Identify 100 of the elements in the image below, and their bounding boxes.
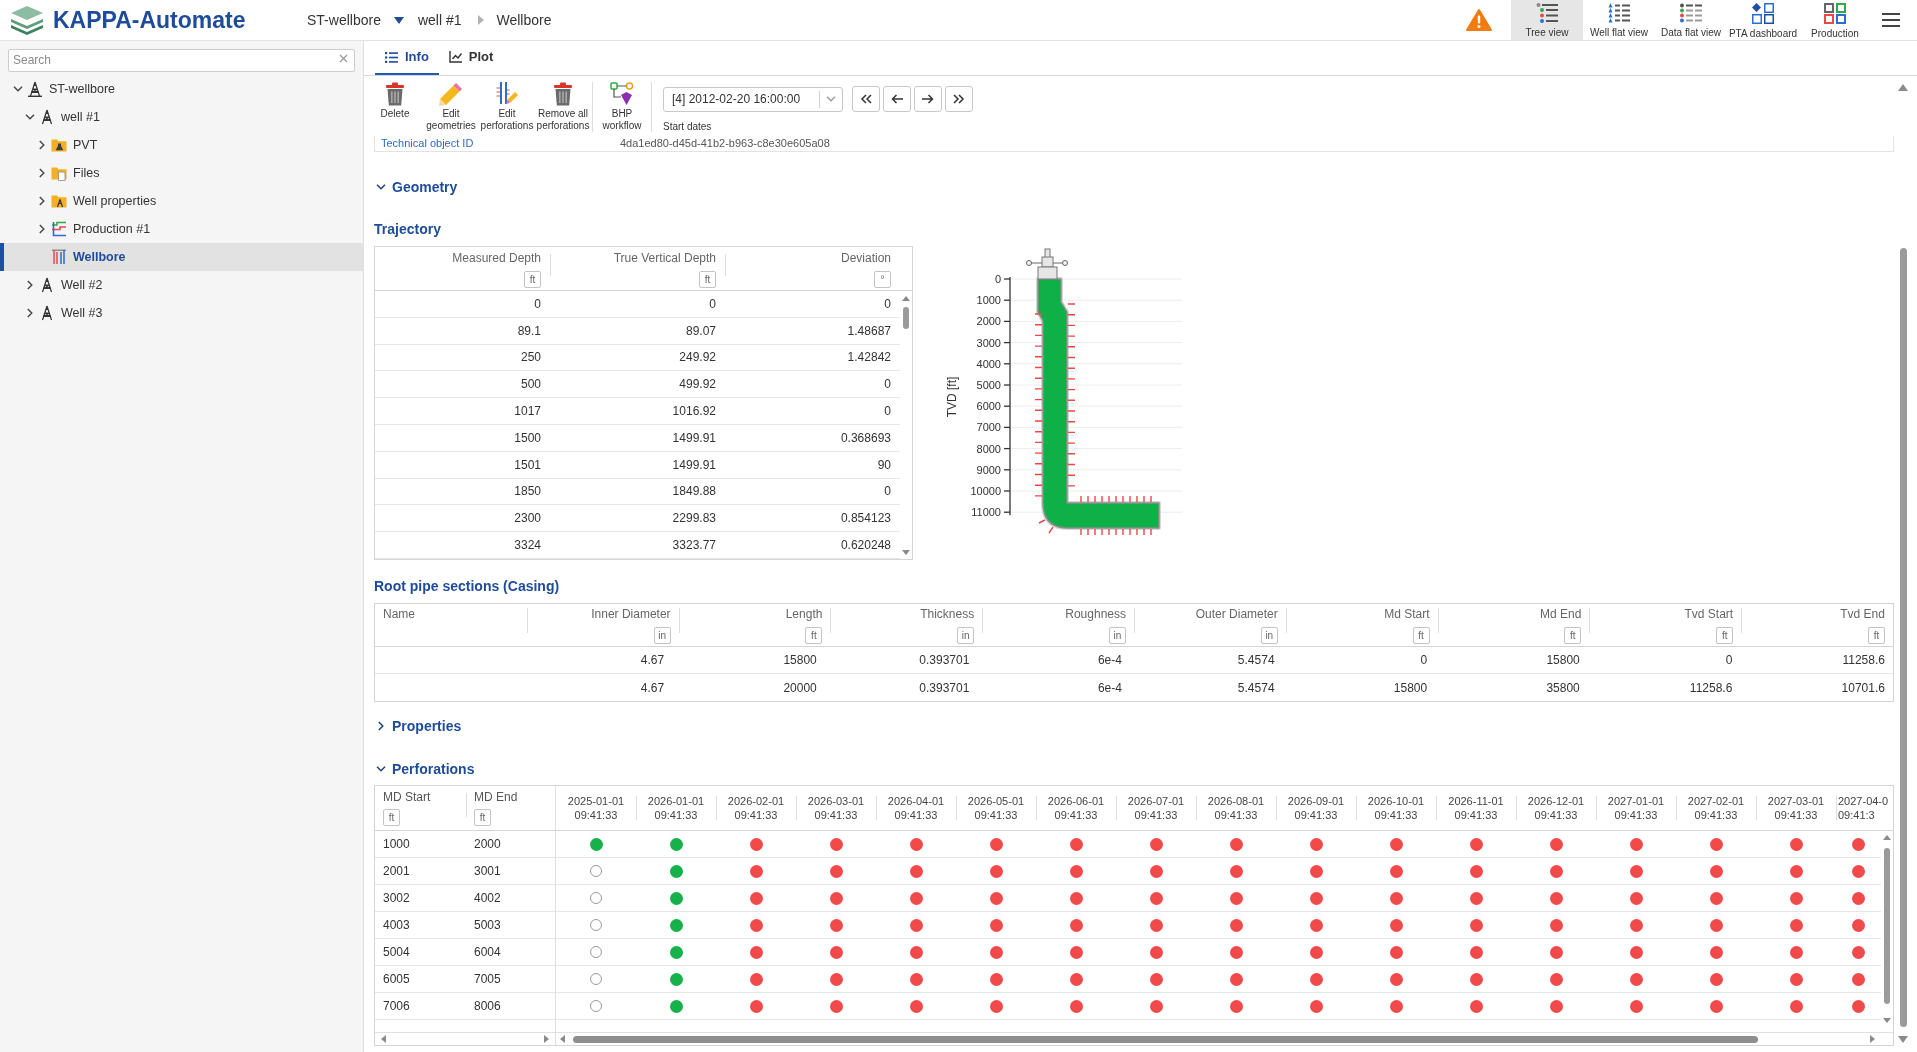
chevron-right-icon[interactable] <box>39 224 45 234</box>
menu-icon[interactable] <box>1882 13 1900 27</box>
table-cell-text: 0.620248 <box>839 537 892 555</box>
derrick-icon <box>39 305 55 321</box>
warning-icon[interactable] <box>1466 8 1492 32</box>
column-header: 2026-02-01 09:41:33 <box>727 794 785 822</box>
table-cell-text: 3324 <box>513 537 542 555</box>
view-button[interactable]: Well flat view <box>1583 0 1655 40</box>
caret-down-icon[interactable] <box>393 16 404 24</box>
scroll-up-icon[interactable] <box>1883 835 1891 840</box>
view-button[interactable]: Tree view <box>1511 0 1583 40</box>
column-header: 2027-01-01 09:41:33 <box>1607 794 1665 822</box>
scroll-right-icon[interactable] <box>544 1035 549 1043</box>
first-button[interactable] <box>852 86 880 112</box>
column-header: 2027-02-01 09:41:33 <box>1687 794 1745 822</box>
chevron-right-icon[interactable] <box>39 140 45 150</box>
column-header: Name <box>383 606 415 622</box>
chevron-right-icon[interactable] <box>39 168 45 178</box>
chevron-down-icon[interactable] <box>25 114 35 120</box>
unit-button[interactable]: ft <box>1564 627 1582 644</box>
tab[interactable]: Plot <box>438 41 504 75</box>
table-cell-text: 11258.6 <box>1841 652 1886 669</box>
unit-button[interactable]: in <box>957 627 975 644</box>
view-button[interactable]: PTA dashboard <box>1727 0 1799 40</box>
date-select[interactable]: [4] 2012-02-20 16:00:00 <box>663 86 843 112</box>
unit-button[interactable]: ft <box>1412 627 1430 644</box>
tree-item[interactable]: PVT <box>0 131 363 159</box>
axis-tick-label: 5000 <box>976 379 1001 391</box>
section-header[interactable]: Properties <box>374 716 462 736</box>
axis-tick-label: 4000 <box>976 357 1001 370</box>
tree-item[interactable]: Files <box>0 159 363 187</box>
tree-item[interactable]: Well #2 <box>0 271 363 299</box>
column-header: Tvd Start <box>1684 606 1734 622</box>
scroll-down-icon[interactable] <box>1883 1018 1891 1023</box>
unit-button[interactable]: in <box>1109 627 1126 644</box>
unit-button[interactable]: in <box>653 627 671 644</box>
pipe-lines-icon <box>51 249 67 265</box>
unit-button[interactable]: ft <box>383 809 400 826</box>
scroll-down-icon[interactable] <box>902 550 910 555</box>
scrollbar-thumb[interactable] <box>1884 848 1890 1004</box>
unit-button[interactable]: in <box>1260 627 1278 644</box>
scroll-up-icon[interactable] <box>902 296 910 301</box>
tree-item[interactable]: Well properties <box>0 187 363 215</box>
tab[interactable]: Info <box>375 41 439 75</box>
last-button[interactable] <box>945 86 973 112</box>
section-header[interactable]: Geometry <box>374 177 458 197</box>
scroll-right-icon[interactable] <box>1870 1035 1875 1043</box>
table-cell-text: 4002 <box>473 890 502 907</box>
table-cell-text: 0 <box>883 295 892 313</box>
axis-tick-label: 8000 <box>976 442 1001 455</box>
scroll-up-icon[interactable] <box>1898 84 1908 91</box>
next-button[interactable] <box>914 86 942 112</box>
toolbar-button[interactable]: Remove all perforations <box>535 82 591 132</box>
scrollbar-thumb[interactable] <box>573 1035 1758 1043</box>
column-header: True Vertical Depth <box>613 250 716 266</box>
toolbar-button[interactable]: BHP workflow <box>594 82 650 132</box>
scrollbar-thumb[interactable] <box>1899 248 1907 1027</box>
search-field[interactable]: Search <box>8 48 355 72</box>
table-cell-text: 7006 <box>382 998 411 1015</box>
unit-button[interactable]: ft <box>699 271 716 288</box>
table-cell-text: 6e-4 <box>1096 679 1123 697</box>
folder-flask-icon <box>51 137 67 153</box>
table-cell-text: 3323.77 <box>671 537 717 555</box>
arrow-right-icon <box>922 94 934 104</box>
scroll-down-icon[interactable] <box>1898 1036 1908 1043</box>
section-header[interactable]: Perforations <box>374 759 475 779</box>
column-header: 2026-04-01 09:41:33 <box>887 794 945 822</box>
scroll-left-icon[interactable] <box>381 1035 386 1043</box>
tree-item[interactable]: Production #1 <box>0 215 363 243</box>
toolbar-button[interactable]: Delete <box>367 82 423 120</box>
view-button[interactable]: Data flat view <box>1655 0 1727 40</box>
dotted-list-icon <box>1680 3 1702 23</box>
breadcrumb-link[interactable]: ST-wellbore <box>307 9 381 31</box>
tree-item[interactable]: Well #3 <box>0 299 363 327</box>
scroll-left-icon[interactable] <box>560 1035 565 1043</box>
unit-button[interactable]: ft <box>1867 627 1885 644</box>
table-title: Trajectory <box>374 220 441 238</box>
tree-item[interactable]: well #1 <box>0 103 363 131</box>
clear-icon[interactable] <box>339 54 348 63</box>
breadcrumb-link[interactable]: well #1 <box>417 9 462 31</box>
toolbar-button[interactable]: Edit geometries <box>423 82 479 132</box>
chevron-right-icon[interactable] <box>27 280 33 290</box>
unit-button[interactable]: ft <box>524 271 541 288</box>
tree-item[interactable]: Wellbore <box>0 243 363 271</box>
previous-button[interactable] <box>883 86 911 112</box>
unit-button[interactable]: ft <box>474 809 491 826</box>
tree-item[interactable]: ST-wellbore <box>0 75 363 103</box>
scrollbar-thumb[interactable] <box>903 307 909 329</box>
chevron-right-icon[interactable] <box>39 196 45 206</box>
unit-button[interactable]: ° <box>874 271 891 288</box>
chevron-right-icon[interactable] <box>27 308 33 318</box>
unit-button[interactable]: ft <box>805 627 823 644</box>
view-button[interactable]: Production <box>1799 0 1871 40</box>
table-cell-text: 1.48687 <box>846 322 892 340</box>
table-cell-text: 1017 <box>513 403 542 421</box>
unit-button[interactable]: ft <box>1716 627 1734 644</box>
folder-page-icon <box>51 165 67 181</box>
chevron-down-icon[interactable] <box>13 86 23 92</box>
table-cell-text: 0 <box>1419 652 1429 669</box>
toolbar-button[interactable]: Edit perforations <box>479 82 535 132</box>
